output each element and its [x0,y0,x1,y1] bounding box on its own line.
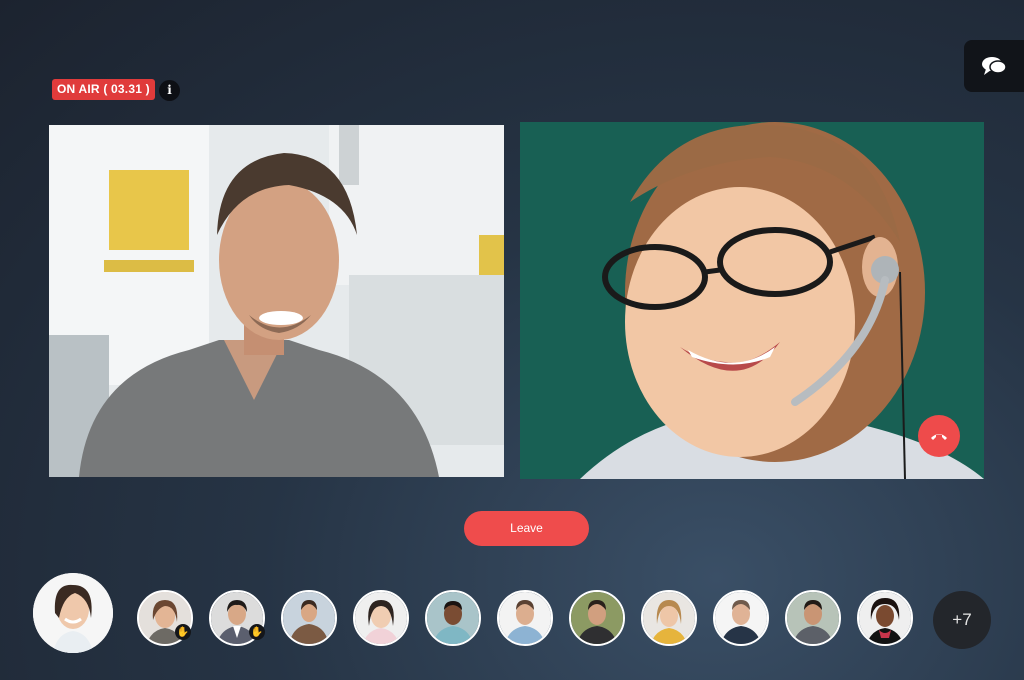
raised-hand-icon: ✋ [250,626,264,638]
avatar [859,592,911,644]
chat-button[interactable] [964,40,1024,92]
avatar [787,592,839,644]
self-view-avatar[interactable] [33,573,113,653]
raised-hand-indicator: ✋ [175,624,191,640]
video-tile-participant-1[interactable] [49,125,504,477]
participant-avatar[interactable] [857,590,913,646]
info-icon: i [167,83,172,97]
participant-avatar[interactable] [785,590,841,646]
participant-avatar[interactable] [713,590,769,646]
raised-hand-indicator: ✋ [249,624,265,640]
more-participants-button[interactable]: +7 [933,591,991,649]
avatar [571,592,623,644]
info-button[interactable]: i [159,80,180,101]
avatar [427,592,479,644]
participant-video-feed [49,125,504,477]
participant-avatar[interactable] [353,590,409,646]
video-tile-participant-2[interactable] [520,122,984,479]
on-air-badge: ON AIR ( 03.31 ) [52,79,155,100]
participant-avatar[interactable] [497,590,553,646]
participant-avatar[interactable] [569,590,625,646]
raised-hand-icon: ✋ [176,626,190,638]
participant-avatar[interactable] [425,590,481,646]
avatar [715,592,767,644]
avatar [33,573,113,653]
avatar [499,592,551,644]
avatar [283,592,335,644]
leave-button[interactable]: Leave [464,511,589,546]
on-air-label: ON AIR [57,82,100,96]
avatar [355,592,407,644]
participant-avatar[interactable] [641,590,697,646]
participant-avatar[interactable] [281,590,337,646]
chat-bubbles-icon [982,57,1007,75]
phone-hangup-icon [931,434,947,440]
avatar [643,592,695,644]
hang-up-button[interactable] [918,415,960,457]
participant-video-feed [520,122,984,479]
call-timer: ( 03.31 ) [103,82,150,96]
